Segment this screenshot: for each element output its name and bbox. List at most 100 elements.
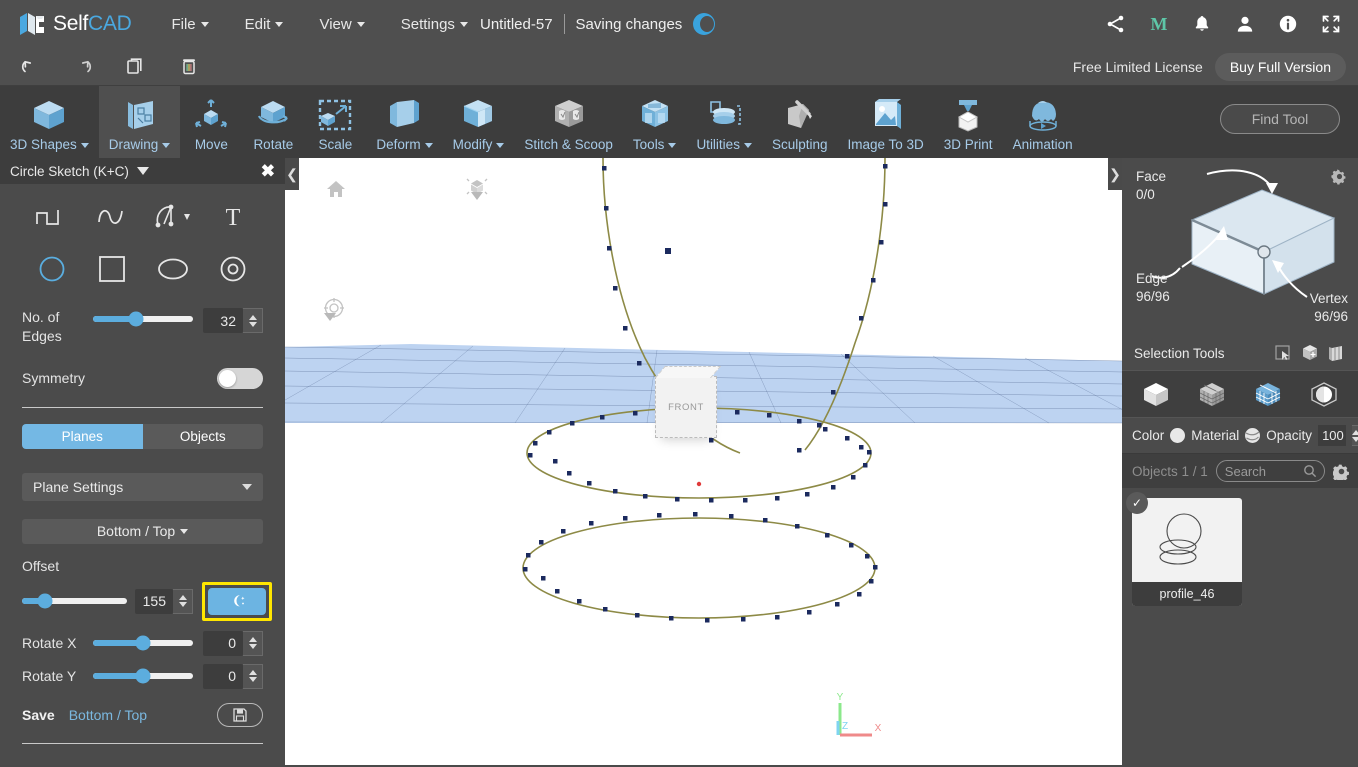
box-select-icon[interactable] <box>1301 344 1319 362</box>
ribbon-label: Animation <box>1012 137 1073 152</box>
selection-tools-icons <box>1274 344 1346 362</box>
ribbon-tool-rotate[interactable]: Rotate <box>242 86 304 158</box>
night-mode-button[interactable] <box>208 587 266 615</box>
offset-value[interactable]: 155 <box>135 588 173 614</box>
object-mode-icon[interactable] <box>1139 379 1173 409</box>
ribbon-tool-deform[interactable]: Deform <box>366 86 442 158</box>
3d-viewport[interactable]: ❮ ❯ FRONT Y X Z <box>285 158 1122 765</box>
material-icon[interactable] <box>1245 428 1261 443</box>
workspace: Circle Sketch (K+C) ✖ T No. of Edges 32 … <box>0 158 1358 765</box>
bell-icon[interactable] <box>1191 13 1213 35</box>
ribbon-tool-scale[interactable]: Scale <box>304 86 366 158</box>
object-card[interactable]: ✓ profile_46 <box>1126 492 1242 606</box>
color-swatch[interactable] <box>1170 428 1186 443</box>
ribbon-tool-stitch-scoop[interactable]: Stitch & Scoop <box>514 86 623 158</box>
menu-view[interactable]: View <box>301 10 382 39</box>
stitch-icon <box>548 96 590 134</box>
copy-icon[interactable] <box>124 55 148 79</box>
opacity-value[interactable]: 100 <box>1318 425 1346 446</box>
mesh-mode-icon[interactable] <box>1251 379 1285 409</box>
rotate-y-stepper[interactable] <box>243 663 263 689</box>
ribbon-tool-move[interactable]: Move <box>180 86 242 158</box>
save-plane-name[interactable]: Bottom / Top <box>69 707 147 723</box>
user-icon[interactable] <box>1234 13 1256 35</box>
x-axis-letter: X <box>875 723 882 734</box>
vertex-count: 96/96 <box>1314 309 1348 325</box>
info-icon[interactable] <box>1277 13 1299 35</box>
chevron-down-icon[interactable] <box>136 167 149 175</box>
rotate-x-stepper[interactable] <box>243 630 263 656</box>
ribbon-label: Image To 3D <box>847 137 924 152</box>
rotate-x-value[interactable]: 0 <box>203 630 243 656</box>
ribbon-tool-modify[interactable]: Modify <box>443 86 515 158</box>
rotate-y-slider[interactable] <box>93 668 193 684</box>
rotate-y-value[interactable]: 0 <box>203 663 243 689</box>
ribbon-tool-utilities[interactable]: Utilities <box>686 86 762 158</box>
objects-search-input[interactable]: Search <box>1215 460 1325 482</box>
delete-icon[interactable] <box>177 55 201 79</box>
opacity-stepper[interactable] <box>1351 425 1358 446</box>
ellipse-icon[interactable] <box>143 250 203 288</box>
offset-stepper[interactable] <box>173 588 193 614</box>
edge-selection-info: Edge 96/96 <box>1136 270 1170 306</box>
wireframe-mode-icon[interactable] <box>1195 379 1229 409</box>
brand-logo[interactable]: SelfCAD <box>18 10 132 38</box>
ribbon-tool-3d-shapes[interactable]: 3D Shapes <box>0 86 99 158</box>
plane-settings-dropdown[interactable]: Plane Settings <box>22 472 263 501</box>
document-name[interactable]: Untitled-57 <box>480 16 553 33</box>
plane-choice-button[interactable]: Bottom / Top <box>22 518 263 544</box>
polyline-icon[interactable] <box>22 198 82 236</box>
edges-value[interactable]: 32 <box>203 308 243 333</box>
menu-settings[interactable]: Settings <box>383 10 486 39</box>
edges-stepper[interactable] <box>243 308 263 333</box>
tab-planes[interactable]: Planes <box>22 423 143 449</box>
render-mode-icon[interactable] <box>1307 379 1341 409</box>
ribbon-tool-tools[interactable]: Tools <box>623 86 687 158</box>
collapse-left-panel-button[interactable]: ❮ <box>285 158 299 190</box>
collapse-right-panel-button[interactable]: ❯ <box>1108 158 1122 190</box>
drawing-icon <box>119 96 161 134</box>
spline-icon[interactable] <box>82 198 142 236</box>
perspective-chevron-icon[interactable] <box>324 313 336 339</box>
ribbon-tool-3d-print[interactable]: 3D Print <box>934 86 1003 158</box>
symmetry-toggle[interactable] <box>217 367 263 389</box>
tab-objects[interactable]: Objects <box>142 423 263 449</box>
rectangle-icon[interactable] <box>82 250 142 288</box>
menu-edit[interactable]: Edit <box>227 10 302 39</box>
sculpting-icon <box>779 96 821 134</box>
text-icon[interactable]: T <box>203 198 263 236</box>
axis-gizmo[interactable]: Y X Z <box>832 691 884 743</box>
edges-slider[interactable] <box>93 311 193 327</box>
save-plane-button[interactable] <box>217 702 263 727</box>
rotate-x-slider[interactable] <box>93 635 193 651</box>
offset-slider[interactable] <box>22 593 127 609</box>
chevron-down-icon <box>242 483 252 490</box>
license-area: Free Limited License Buy Full Version <box>1073 48 1346 86</box>
undo-icon[interactable] <box>18 55 42 79</box>
medium-m-icon[interactable]: M <box>1148 13 1170 35</box>
buy-full-version-button[interactable]: Buy Full Version <box>1214 53 1346 81</box>
toggle-knob <box>219 369 236 387</box>
ribbon-tool-image-to-3d[interactable]: Image To 3D <box>838 86 934 158</box>
close-icon[interactable]: ✖ <box>261 163 275 180</box>
circle-icon[interactable] <box>22 250 82 288</box>
fullscreen-icon[interactable] <box>1320 13 1342 35</box>
menu-file[interactable]: File <box>153 10 226 39</box>
view-orientation-chevron-icon[interactable] <box>471 192 483 218</box>
loop-select-icon[interactable] <box>1328 344 1346 362</box>
rect-select-icon[interactable] <box>1274 344 1292 362</box>
ribbon-tool-sculpting[interactable]: Sculpting <box>762 86 838 158</box>
chevron-down-icon <box>459 22 468 28</box>
ribbon-tool-animation[interactable]: Animation <box>1003 86 1083 158</box>
home-icon[interactable] <box>325 178 347 200</box>
share-icon[interactable] <box>1105 13 1127 35</box>
rotate-y-control: Rotate Y 0 <box>22 663 263 689</box>
redo-icon[interactable] <box>71 55 95 79</box>
object-selected-check-icon[interactable]: ✓ <box>1126 492 1148 514</box>
find-tool-input[interactable]: Find Tool <box>1220 104 1340 134</box>
objects-gear-icon[interactable] <box>1333 463 1350 480</box>
ribbon-tool-drawing[interactable]: Drawing <box>98 86 181 158</box>
view-nav-cube[interactable]: FRONT <box>655 376 717 438</box>
ring-icon[interactable] <box>203 250 263 288</box>
freehand-icon[interactable] <box>143 198 203 236</box>
